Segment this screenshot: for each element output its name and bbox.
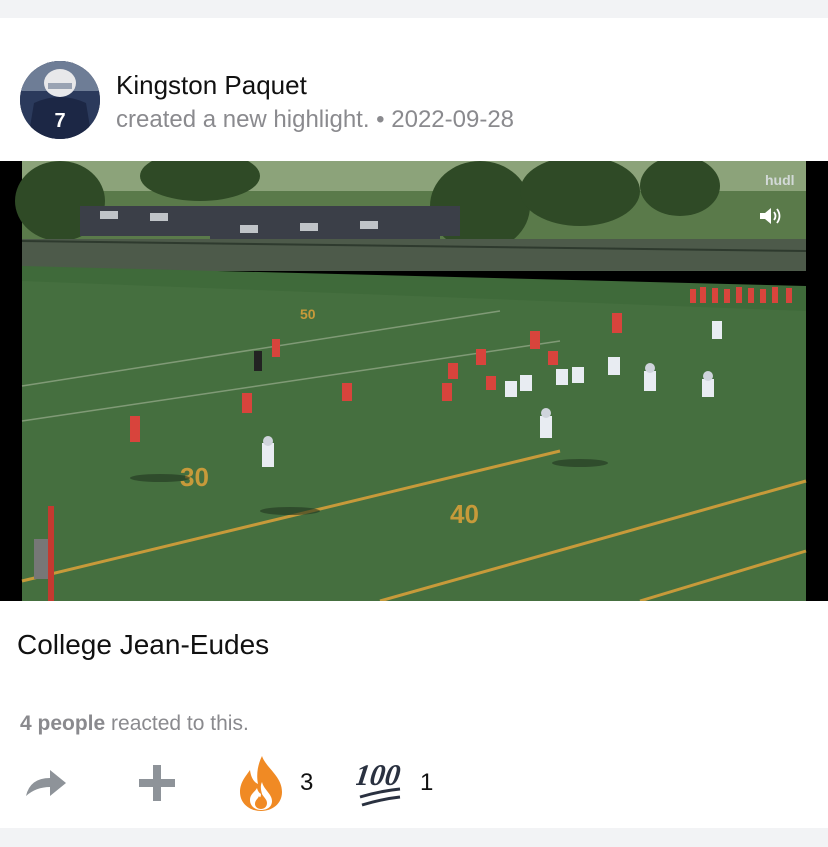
hundred-reaction-count: 1	[420, 769, 434, 796]
reaction-hundred[interactable]: 100 1	[356, 753, 433, 813]
video-player[interactable]: 30 40 50 hudl	[0, 161, 828, 601]
fire-icon	[240, 756, 282, 811]
highlight-card: 7 Kingston Paquet created a new highligh…	[0, 18, 828, 828]
add-reaction-button[interactable]	[138, 753, 176, 813]
hundred-glyph: 100	[356, 758, 403, 792]
hudl-watermark: hudl	[765, 172, 795, 188]
share-button[interactable]	[24, 753, 68, 813]
reaction-bar: 3 100 1	[0, 753, 828, 813]
reaction-people-count: 4 people	[20, 712, 106, 735]
reactions-summary[interactable]: 4 people reacted to this.	[20, 711, 249, 737]
highlight-caption: College Jean-Eudes	[17, 629, 270, 660]
reaction-suffix: reacted to this.	[111, 712, 249, 735]
plus-icon	[139, 765, 175, 801]
share-arrow-icon	[26, 770, 66, 796]
action-text: created a new highlight.	[116, 106, 370, 133]
field-number-40: 40	[450, 499, 479, 529]
fire-reaction-count: 3	[300, 769, 314, 796]
avatar[interactable]: 7	[20, 61, 100, 139]
post-date: 2022-09-28	[391, 106, 515, 133]
hundred-points-icon: 100	[356, 758, 403, 807]
avatar-jersey-number: 7	[54, 110, 65, 132]
reaction-fire[interactable]: 3	[236, 753, 313, 813]
field-number-50: 50	[300, 306, 316, 322]
post-meta: created a new highlight. • 2022-09-28	[116, 105, 514, 135]
post-header: 7 Kingston Paquet created a new highligh…	[20, 61, 800, 141]
author-name[interactable]: Kingston Paquet	[116, 69, 307, 101]
meta-separator: •	[376, 106, 385, 133]
